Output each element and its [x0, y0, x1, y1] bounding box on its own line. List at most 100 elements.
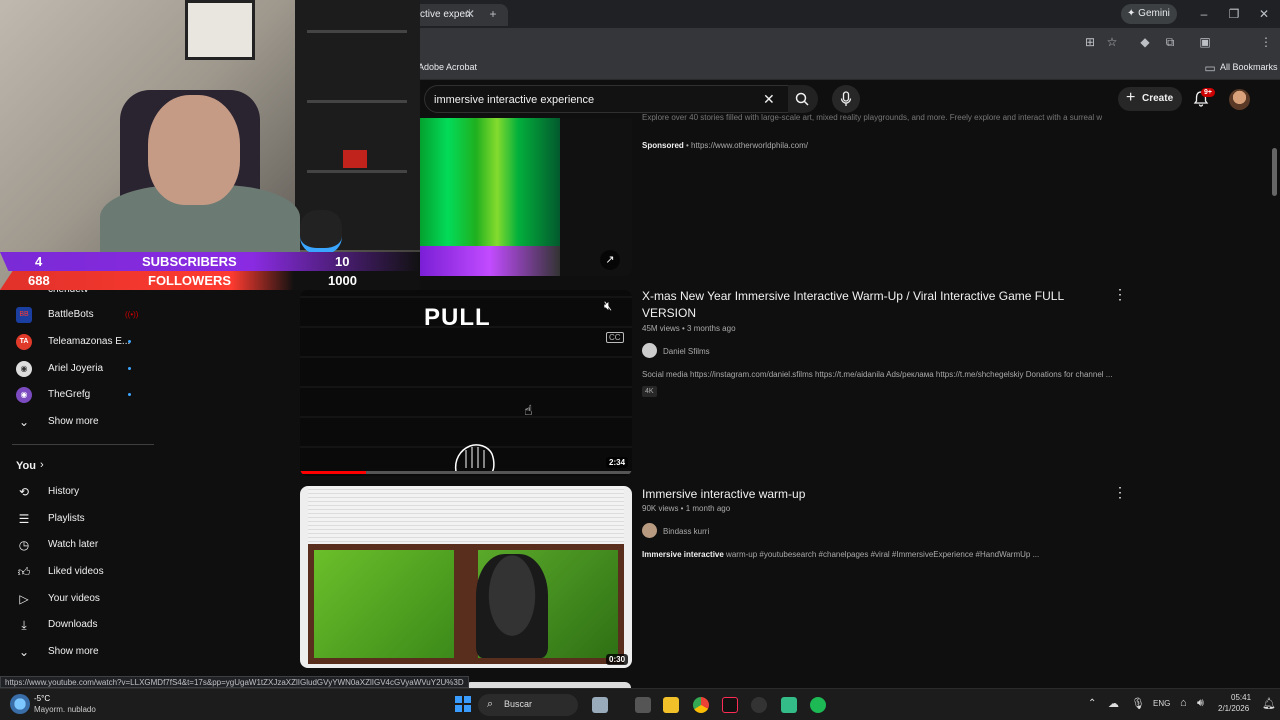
video1-channel[interactable]: Daniel Sfilms: [663, 347, 710, 356]
tiktok-icon[interactable]: [722, 697, 738, 713]
download-icon: ⤓: [21, 618, 27, 632]
sidebar-item-label: Teleamazonas E...: [48, 336, 131, 347]
show-more-label: Show more: [48, 416, 99, 427]
weather-icon[interactable]: [10, 694, 30, 714]
video1-thumbnail[interactable]: PULL 🔇︎ CC 2:34: [300, 290, 632, 476]
mute-icon[interactable]: 🔇︎: [604, 298, 612, 314]
install-app-icon[interactable]: ⊞: [1082, 34, 1098, 50]
sidebar-show-more-subs[interactable]: ⌄ Show more: [0, 409, 155, 435]
channel-avatar[interactable]: [642, 343, 657, 358]
shelf-board: [307, 100, 407, 103]
video1-menu-icon[interactable]: ⋮: [1113, 286, 1127, 303]
hand-icon: [454, 444, 495, 473]
search-button[interactable]: [788, 85, 818, 113]
sponsored-url[interactable]: https://www.otherworldphila.com/: [691, 141, 808, 150]
chevron-up-icon[interactable]: ⌃: [1088, 698, 1096, 709]
sidebar-item-label: Your videos: [48, 593, 100, 604]
task-view-icon[interactable]: [635, 697, 651, 713]
video1-title[interactable]: X-mas New Year Immersive Interactive War…: [642, 288, 1092, 322]
restore-icon[interactable]: ❐: [1226, 6, 1242, 22]
sidebar-item-label: Ariel Joyeria: [48, 363, 104, 374]
side-panel-icon[interactable]: ▣: [1197, 34, 1213, 50]
shelf-board: [307, 30, 407, 33]
video2-thumbnail[interactable]: 0:30: [300, 486, 632, 668]
search-icon: ⌕: [487, 698, 494, 710]
sidebar-you-header[interactable]: You ›: [0, 453, 155, 479]
new-content-dot: [128, 393, 131, 396]
sidebar-item-liked-videos[interactable]: 👍︎ Liked videos: [0, 559, 155, 585]
gemini-button[interactable]: ✦ Gemini: [1121, 4, 1177, 24]
search-box[interactable]: immersive interactive experience ✕: [424, 85, 794, 113]
cloud-icon[interactable]: ☁: [1108, 697, 1119, 710]
sidebar-item-battlebots[interactable]: BB BattleBots ((•)): [0, 302, 155, 328]
menu-kebab-icon[interactable]: ⋮: [1258, 34, 1274, 50]
sidebar-item-downloads[interactable]: ⤓ Downloads: [0, 612, 155, 638]
folder-icon: ▭: [1204, 61, 1216, 75]
sidebar-item-ariel-joyeria[interactable]: ◉ Ariel Joyeria: [0, 356, 155, 382]
new-tab-icon[interactable]: +: [485, 6, 501, 22]
obs-icon[interactable]: [751, 697, 767, 713]
taskbar-search[interactable]: ⌕ Buscar: [478, 694, 578, 716]
microphone-icon[interactable]: 🎙︎: [1131, 697, 1145, 710]
search-widget-icon[interactable]: [592, 697, 608, 713]
minimize-icon[interactable]: –: [1196, 6, 1212, 22]
blinds: [308, 486, 624, 546]
sidebar-show-more-you[interactable]: ⌄ Show more: [0, 639, 155, 665]
clear-search-icon[interactable]: ✕: [763, 91, 775, 108]
battlebots-channel-icon: BB: [16, 307, 32, 323]
progress-fill: [300, 471, 367, 474]
bookmark-star-icon[interactable]: ☆: [1104, 34, 1120, 50]
sidebar-item-thegrefg[interactable]: ◉ TheGrefg: [0, 382, 155, 408]
video2-meta: 90K views • 1 month ago: [642, 504, 731, 513]
search-input[interactable]: immersive interactive experience: [434, 94, 594, 106]
voice-search-button[interactable]: [832, 85, 860, 113]
external-link-icon[interactable]: ↗: [600, 250, 620, 270]
sidebar-item-label: TheGrefg: [48, 389, 91, 400]
file-explorer-icon[interactable]: [663, 697, 679, 713]
network-icon[interactable]: ⌂: [1180, 697, 1187, 709]
extensions-icon[interactable]: ⧉: [1162, 34, 1178, 50]
extension-diamond-icon[interactable]: ◆: [1137, 34, 1153, 50]
desc-rest: warm-up #youtubesearch #chanelpages #vir…: [723, 550, 1040, 559]
window-close-icon[interactable]: ✕: [1256, 6, 1272, 22]
scrollbar-thumb[interactable]: [1272, 148, 1277, 196]
clock-time[interactable]: 05:41: [1231, 693, 1251, 702]
notification-badge: 9+: [1201, 88, 1215, 97]
captions-icon[interactable]: CC: [606, 332, 624, 343]
teleamazonas-channel-icon: TA: [16, 334, 32, 350]
sidebar-item-playlists[interactable]: ☰ Playlists: [0, 506, 155, 532]
notifications-center-icon[interactable]: 🔔︎: [1262, 697, 1276, 710]
volume-icon[interactable]: 🔊︎: [1197, 697, 1204, 710]
channel-avatar[interactable]: [642, 523, 657, 538]
subscribers-count: 4: [35, 254, 43, 269]
scrollbar-track[interactable]: [1270, 118, 1280, 676]
sidebar-item-history[interactable]: ⟲ History: [0, 479, 155, 505]
video2-title[interactable]: Immersive interactive warm-up: [642, 486, 1092, 503]
sidebar-item-watch-later[interactable]: ◷ Watch later: [0, 532, 155, 558]
speaker-orb: [300, 210, 342, 254]
video2-channel[interactable]: Bindass kurri: [663, 527, 709, 536]
video2-menu-icon[interactable]: ⋮: [1113, 484, 1127, 501]
desc-highlight: Immersive interactive: [642, 550, 724, 559]
weather-desc: Mayorm. nublado: [34, 705, 96, 714]
close-tab-icon[interactable]: ✕: [462, 6, 478, 22]
hand-cursor-icon: ☝︎: [524, 402, 533, 418]
search-icon: [795, 92, 809, 106]
windows-start-icon[interactable]: [455, 696, 471, 712]
clock-date[interactable]: 2/1/2026: [1218, 704, 1249, 713]
chevron-down-icon: ⌄: [18, 415, 30, 429]
notifications-button[interactable]: 9+: [1192, 88, 1215, 108]
account-avatar[interactable]: [1229, 89, 1250, 110]
all-bookmarks[interactable]: All Bookmarks: [1220, 62, 1278, 72]
followers-label: FOLLOWERS: [148, 273, 232, 288]
language-indicator[interactable]: ENG: [1153, 699, 1170, 708]
spotify-icon[interactable]: [810, 697, 826, 713]
wall-art: [185, 0, 255, 60]
sidebar-item-your-videos[interactable]: ▷ Your videos: [0, 586, 155, 612]
app-icon[interactable]: [781, 697, 797, 713]
chrome-icon[interactable]: [693, 697, 709, 713]
thumbs-up-icon: 👍︎: [17, 565, 31, 579]
sidebar-item-teleamazonas[interactable]: TA Teleamazonas E...: [0, 329, 155, 355]
bookmark-acrobat[interactable]: Adobe Acrobat: [418, 62, 477, 72]
create-button[interactable]: + Create: [1118, 87, 1182, 111]
